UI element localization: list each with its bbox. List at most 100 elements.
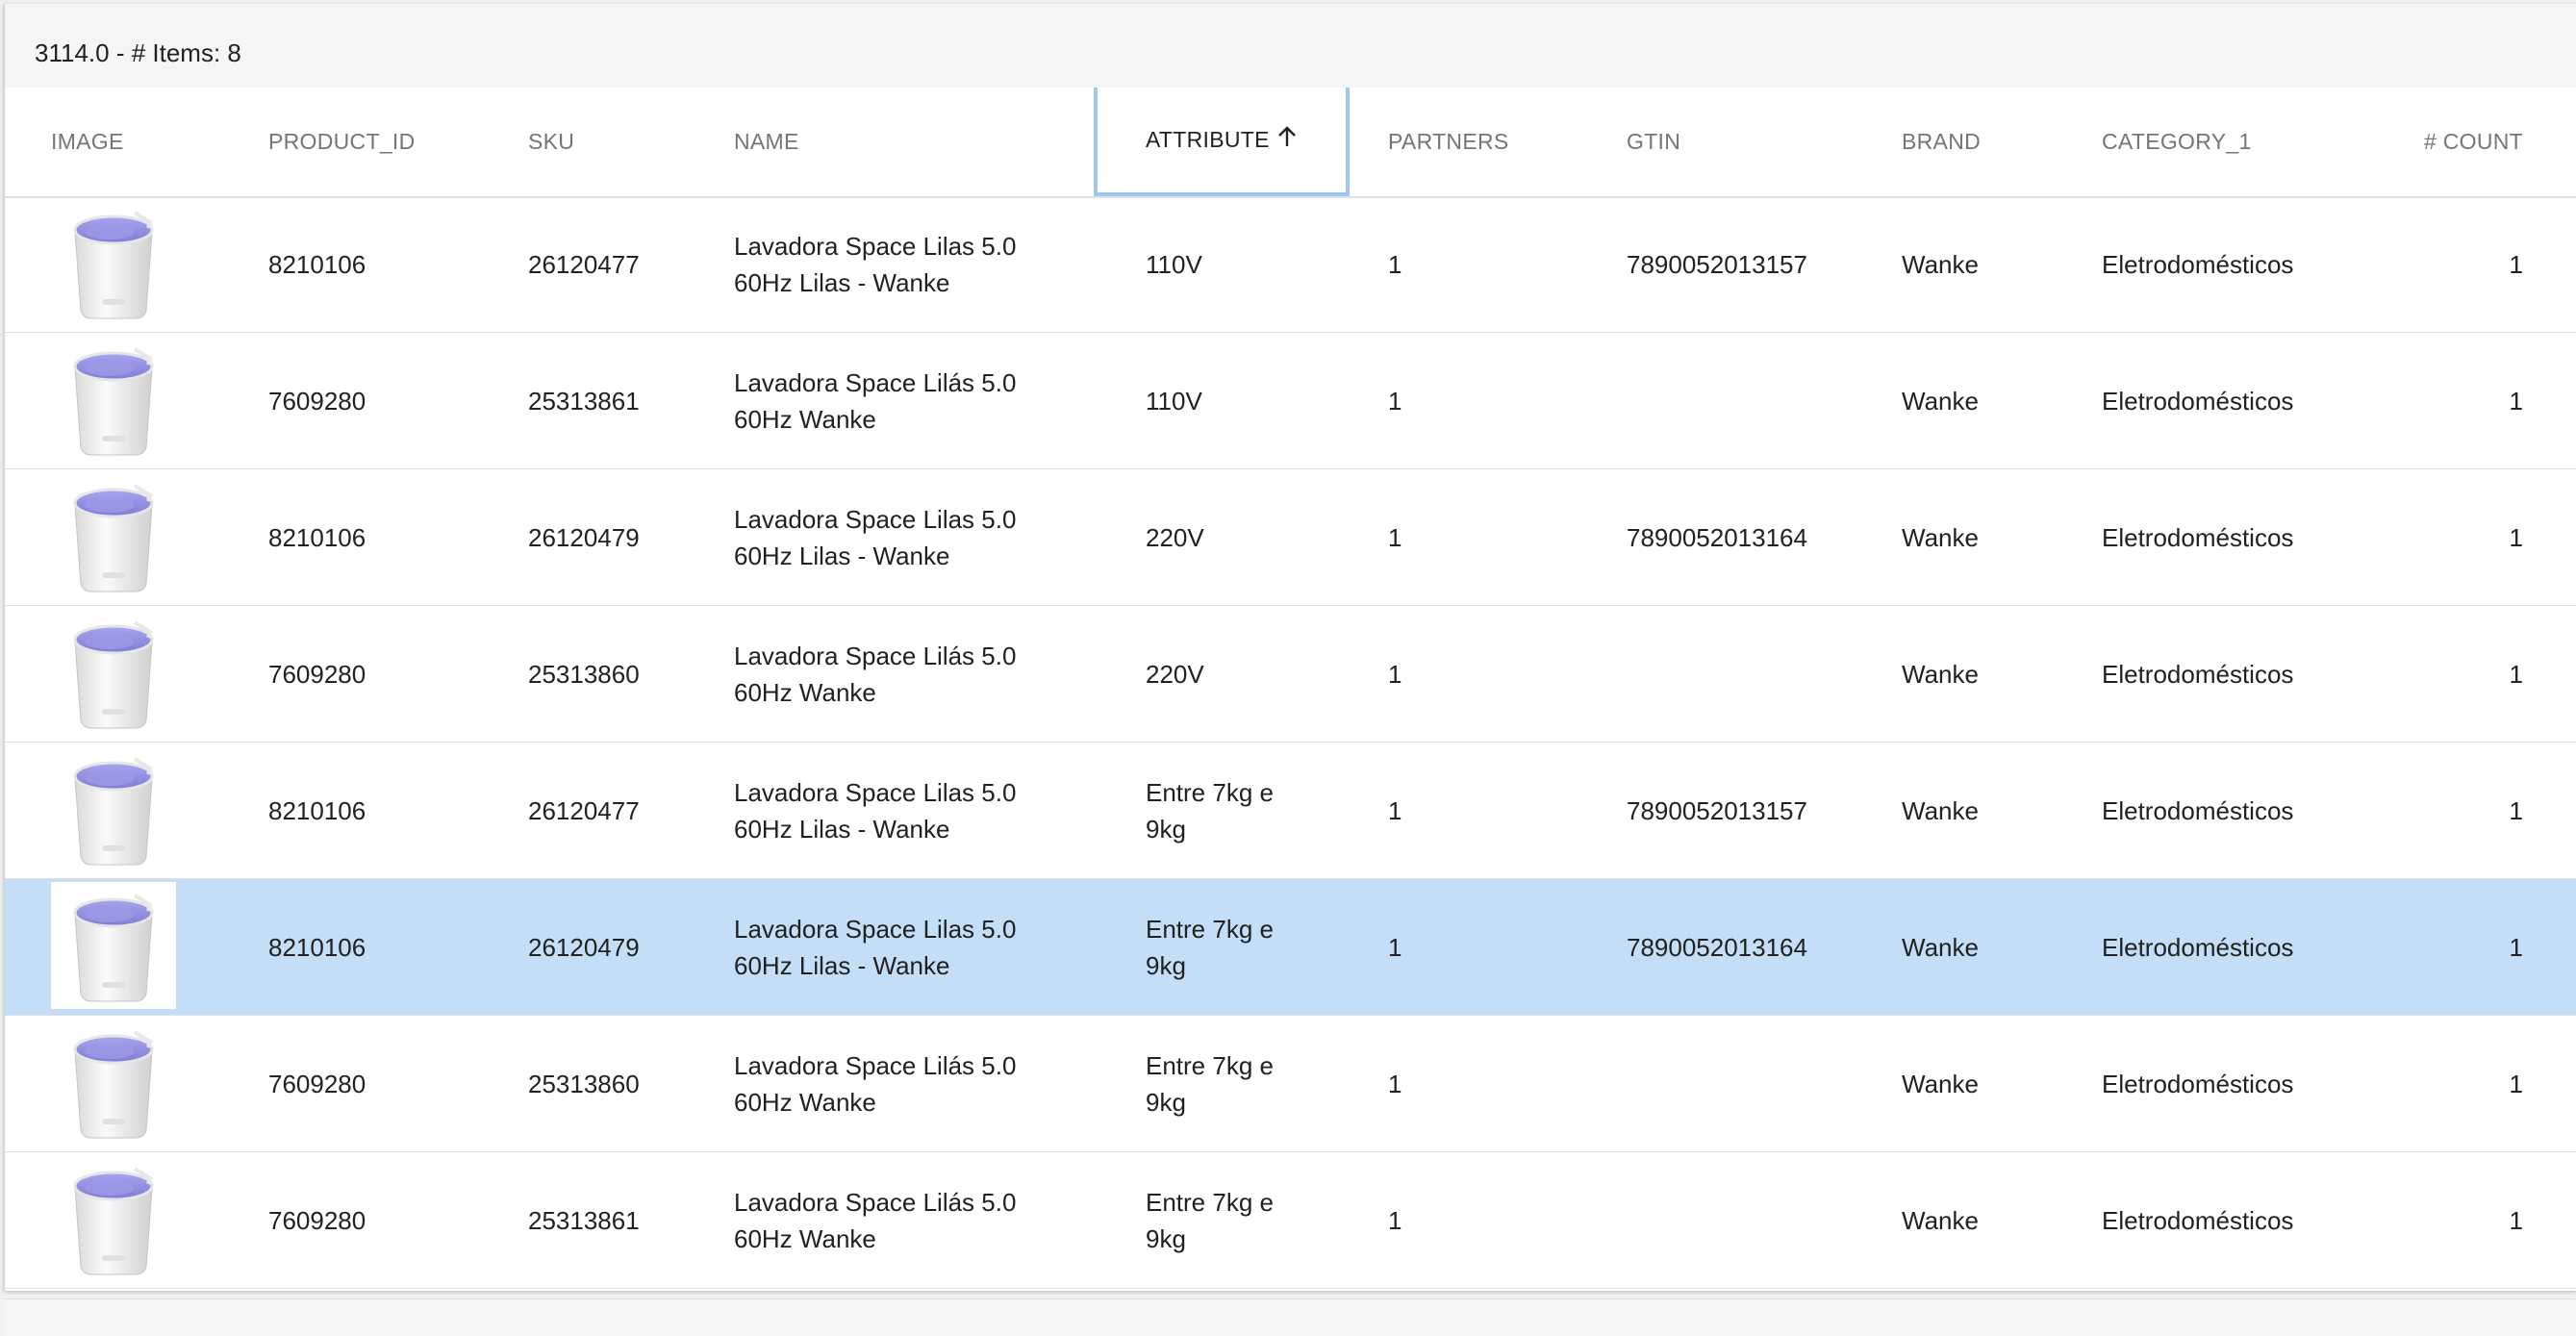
cell-name: Lavadora Space Lilás 5.0 60Hz Wanke [734,1152,1080,1288]
cell-attribute-line1: Entre 7kg e [1146,777,1274,807]
cell-product-id: 7609280 [268,1205,366,1235]
table-row[interactable]: 8210106 26120479 Lavadora Space Lilas 5.… [5,469,2576,606]
product-image [51,472,176,599]
cell-product-id: 7609280 [268,659,366,689]
table-row[interactable]: 8210106 26120477 Lavadora Space Lilas 5.… [5,196,2576,333]
cell-partners: 1 [1388,249,1402,279]
product-image [51,1155,176,1282]
cell-category: Eletrodomésticos [2102,932,2294,962]
table-body: 8210106 26120477 Lavadora Space Lilas 5.… [5,196,2576,1289]
cell-sku: 25313860 [528,1069,640,1098]
cell-product-id: 7609280 [268,1069,366,1098]
cell-name-line2: 60Hz Lilas - Wanke [734,541,950,570]
cell-name-line2: 60Hz Wanke [734,1087,876,1117]
arrow-up-icon[interactable] [1277,126,1297,154]
cell-brand: Wanke [1902,1205,1979,1235]
table-row[interactable]: 7609280 25313860 Lavadora Space Lilás 5.… [5,1016,2576,1152]
column-header-image[interactable]: IMAGE [51,88,124,196]
column-header-attribute-label: ATTRIBUTE [1146,127,1270,152]
product-image [51,609,176,736]
cell-attribute: Entre 7kg e 9kg [1146,879,1357,1015]
cell-brand: Wanke [1902,795,1979,825]
cell-brand: Wanke [1902,1069,1979,1098]
column-header-name[interactable]: NAME [734,88,799,196]
column-header-attribute[interactable]: ATTRIBUTE [1094,88,1350,196]
table-row[interactable]: 8210106 26120477 Lavadora Space Lilas 5.… [5,743,2576,879]
column-header-partners[interactable]: PARTNERS [1388,88,1509,196]
table-row[interactable]: 8210106 26120479 Lavadora Space Lilas 5.… [5,879,2576,1016]
cell-partners: 1 [1388,795,1402,825]
cell-attribute-line1: Entre 7kg e [1146,1050,1274,1080]
cell-partners: 1 [1388,659,1402,689]
cell-count: 1 [2509,659,2523,689]
product-image [51,199,176,326]
cell-name-line2: 60Hz Wanke [734,1223,876,1253]
cell-brand: Wanke [1902,522,1979,552]
cell-attribute-line1: 110V [1146,386,1202,416]
cell-name-line1: Lavadora Space Lilás 5.0 [734,641,1017,670]
cell-sku: 26120477 [528,249,640,279]
cell-partners: 1 [1388,932,1402,962]
cell-product-id: 8210106 [268,249,366,279]
column-header-category[interactable]: CATEGORY_1 [2102,88,2252,196]
cell-attribute: Entre 7kg e 9kg [1146,743,1357,878]
product-image [51,336,176,463]
cell-attribute: 220V [1146,469,1357,605]
cell-attribute: 110V [1146,196,1357,332]
column-header-count[interactable]: # COUNT [2390,88,2523,196]
cell-product-id: 8210106 [268,522,366,552]
cell-name: Lavadora Space Lilas 5.0 60Hz Lilas - Wa… [734,743,1080,878]
product-image [51,1019,176,1146]
cell-name: Lavadora Space Lilás 5.0 60Hz Wanke [734,333,1080,468]
cell-count: 1 [2509,1205,2523,1235]
cell-gtin: 7890052013164 [1627,522,1807,552]
cell-attribute: Entre 7kg e 9kg [1146,1152,1357,1288]
cell-category: Eletrodomésticos [2102,1205,2294,1235]
cell-brand: Wanke [1902,932,1979,962]
panel-title: 3114.0 - # Items: 8 [35,38,241,67]
cell-name-line2: 60Hz Lilas - Wanke [734,950,950,980]
cell-attribute-line2: 9kg [1146,950,1186,980]
table-row[interactable]: 7609280 25313861 Lavadora Space Lilás 5.… [5,1152,2576,1289]
cell-product-id: 8210106 [268,795,366,825]
cell-name-line1: Lavadora Space Lilas 5.0 [734,914,1017,944]
cell-name-line1: Lavadora Space Lilás 5.0 [734,367,1017,397]
cell-name: Lavadora Space Lilás 5.0 60Hz Wanke [734,1016,1080,1151]
cell-attribute-line1: 220V [1146,522,1204,552]
table-row[interactable]: 7609280 25313860 Lavadora Space Lilás 5.… [5,606,2576,743]
panel-titlebar: 3114.0 - # Items: 8 [5,4,2576,88]
table-row[interactable]: 7609280 25313861 Lavadora Space Lilás 5.… [5,333,2576,469]
cell-product-id: 8210106 [268,932,366,962]
cell-attribute-line2: 9kg [1146,814,1186,844]
cell-brand: Wanke [1902,249,1979,279]
cell-name-line1: Lavadora Space Lilas 5.0 [734,777,1017,807]
cell-category: Eletrodomésticos [2102,1069,2294,1098]
cell-name: Lavadora Space Lilas 5.0 60Hz Lilas - Wa… [734,469,1080,605]
cell-name-line2: 60Hz Lilas - Wanke [734,814,950,844]
column-header-product-id[interactable]: PRODUCT_ID [268,88,416,196]
cell-sku: 26120479 [528,522,640,552]
cell-brand: Wanke [1902,386,1979,416]
column-header-sku[interactable]: SKU [528,88,574,196]
column-header-brand[interactable]: BRAND [1902,88,1981,196]
cell-attribute: 220V [1146,606,1357,742]
cell-count: 1 [2509,932,2523,962]
table-header: IMAGE PRODUCT_ID SKU NAME ATTRIBUTE PART… [5,88,2576,198]
bottom-bar [4,1298,2576,1336]
product-image [51,745,176,872]
column-header-gtin[interactable]: GTIN [1627,88,1680,196]
cell-category: Eletrodomésticos [2102,659,2294,689]
cell-name-line1: Lavadora Space Lilás 5.0 [734,1050,1017,1080]
cell-name-line2: 60Hz Wanke [734,677,876,707]
cell-name: Lavadora Space Lilas 5.0 60Hz Lilas - Wa… [734,196,1080,332]
cell-brand: Wanke [1902,659,1979,689]
cell-attribute-line1: Entre 7kg e [1146,1187,1274,1217]
cell-partners: 1 [1388,386,1402,416]
cell-sku: 25313861 [528,386,640,416]
cell-gtin: 7890052013157 [1627,795,1807,825]
cell-name-line2: 60Hz Wanke [734,404,876,434]
cell-category: Eletrodomésticos [2102,522,2294,552]
cell-count: 1 [2509,795,2523,825]
cell-attribute: Entre 7kg e 9kg [1146,1016,1357,1151]
cell-category: Eletrodomésticos [2102,795,2294,825]
